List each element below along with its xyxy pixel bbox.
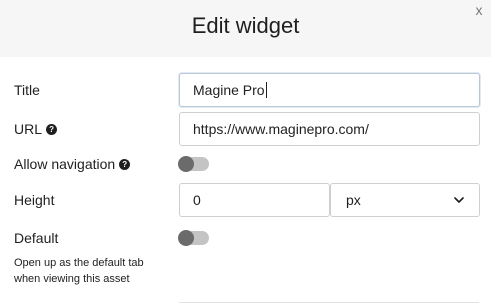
allow-navigation-label: Allow navigation ?	[14, 156, 131, 172]
height-label-text: Height	[14, 192, 55, 208]
toggle-knob	[178, 156, 194, 172]
height-unit-value: px	[346, 192, 361, 208]
default-toggle[interactable]	[178, 230, 209, 246]
title-label: Title	[14, 82, 40, 98]
allow-navigation-toggle[interactable]	[178, 156, 209, 172]
height-input-value: 0	[193, 192, 201, 208]
dialog-title: Edit widget	[191, 13, 300, 38]
question-circle-icon[interactable]: ?	[119, 158, 131, 170]
edit-widget-dialog: Edit widget x Title Magine Pro URL ? htt…	[0, 0, 491, 304]
height-unit-select[interactable]: px	[330, 183, 480, 217]
url-label-text: URL	[14, 121, 43, 137]
default-label: Default	[14, 230, 58, 246]
url-input[interactable]: https://www.maginepro.com/	[179, 112, 480, 146]
title-input-value: Magine Pro	[193, 82, 265, 98]
height-input[interactable]: 0	[179, 183, 330, 217]
text-caret	[265, 82, 267, 98]
url-input-value: https://www.maginepro.com/	[193, 121, 369, 137]
close-icon[interactable]: x	[472, 3, 486, 17]
title-input[interactable]: Magine Pro	[179, 73, 480, 107]
allow-navigation-label-text: Allow navigation	[14, 156, 116, 172]
toggle-knob	[178, 230, 194, 246]
dialog-header: Edit widget x	[0, 0, 491, 57]
chevron-down-icon	[454, 197, 464, 203]
title-label-text: Title	[14, 82, 40, 98]
default-label-text: Default	[14, 230, 59, 246]
divider	[179, 302, 479, 303]
url-label: URL ?	[14, 121, 58, 137]
question-circle-icon[interactable]: ?	[46, 123, 58, 135]
default-description: Open up as the default tab when viewing …	[14, 257, 144, 285]
height-label: Height	[14, 192, 54, 208]
